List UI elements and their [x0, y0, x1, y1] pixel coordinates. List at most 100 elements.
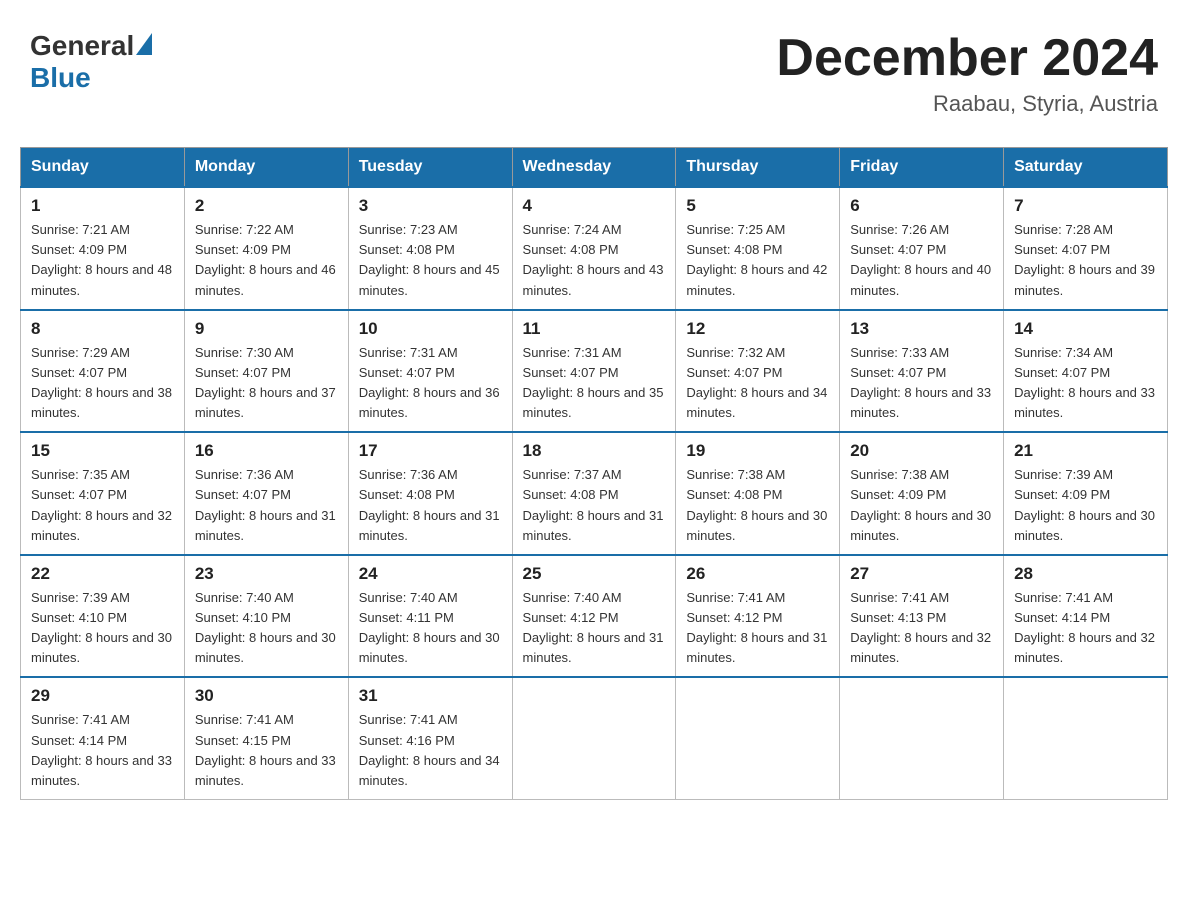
calendar-header-row: SundayMondayTuesdayWednesdayThursdayFrid…: [21, 148, 1168, 188]
day-number: 25: [523, 564, 666, 584]
calendar-cell: 2 Sunrise: 7:22 AMSunset: 4:09 PMDayligh…: [184, 187, 348, 310]
title-section: December 2024 Raabau, Styria, Austria: [776, 30, 1158, 117]
day-number: 2: [195, 196, 338, 216]
logo-general-text: General: [30, 30, 134, 62]
calendar-cell: 31 Sunrise: 7:41 AMSunset: 4:16 PMDaylig…: [348, 677, 512, 799]
calendar-cell: 22 Sunrise: 7:39 AMSunset: 4:10 PMDaylig…: [21, 555, 185, 678]
day-number: 24: [359, 564, 502, 584]
day-info: Sunrise: 7:34 AMSunset: 4:07 PMDaylight:…: [1014, 345, 1155, 420]
day-info: Sunrise: 7:30 AMSunset: 4:07 PMDaylight:…: [195, 345, 336, 420]
calendar-header-monday: Monday: [184, 148, 348, 188]
day-number: 20: [850, 441, 993, 461]
day-info: Sunrise: 7:23 AMSunset: 4:08 PMDaylight:…: [359, 222, 500, 297]
day-number: 31: [359, 686, 502, 706]
calendar-header-friday: Friday: [840, 148, 1004, 188]
calendar-cell: 16 Sunrise: 7:36 AMSunset: 4:07 PMDaylig…: [184, 432, 348, 555]
day-number: 7: [1014, 196, 1157, 216]
day-info: Sunrise: 7:40 AMSunset: 4:10 PMDaylight:…: [195, 590, 336, 665]
calendar-header-tuesday: Tuesday: [348, 148, 512, 188]
calendar-cell: 27 Sunrise: 7:41 AMSunset: 4:13 PMDaylig…: [840, 555, 1004, 678]
calendar-cell: 13 Sunrise: 7:33 AMSunset: 4:07 PMDaylig…: [840, 310, 1004, 433]
page-header: General Blue December 2024 Raabau, Styri…: [20, 20, 1168, 127]
day-info: Sunrise: 7:29 AMSunset: 4:07 PMDaylight:…: [31, 345, 172, 420]
day-info: Sunrise: 7:37 AMSunset: 4:08 PMDaylight:…: [523, 467, 664, 542]
calendar-cell: 28 Sunrise: 7:41 AMSunset: 4:14 PMDaylig…: [1004, 555, 1168, 678]
calendar-cell: 1 Sunrise: 7:21 AMSunset: 4:09 PMDayligh…: [21, 187, 185, 310]
day-info: Sunrise: 7:24 AMSunset: 4:08 PMDaylight:…: [523, 222, 664, 297]
logo-triangle-icon: [136, 33, 152, 55]
calendar-cell: 7 Sunrise: 7:28 AMSunset: 4:07 PMDayligh…: [1004, 187, 1168, 310]
calendar-week-row-4: 22 Sunrise: 7:39 AMSunset: 4:10 PMDaylig…: [21, 555, 1168, 678]
calendar-header-wednesday: Wednesday: [512, 148, 676, 188]
month-title: December 2024: [776, 30, 1158, 87]
calendar-week-row-2: 8 Sunrise: 7:29 AMSunset: 4:07 PMDayligh…: [21, 310, 1168, 433]
calendar-cell: 30 Sunrise: 7:41 AMSunset: 4:15 PMDaylig…: [184, 677, 348, 799]
calendar-cell: 19 Sunrise: 7:38 AMSunset: 4:08 PMDaylig…: [676, 432, 840, 555]
day-number: 8: [31, 319, 174, 339]
day-info: Sunrise: 7:41 AMSunset: 4:16 PMDaylight:…: [359, 712, 500, 787]
calendar-cell: 12 Sunrise: 7:32 AMSunset: 4:07 PMDaylig…: [676, 310, 840, 433]
day-number: 12: [686, 319, 829, 339]
day-number: 14: [1014, 319, 1157, 339]
calendar-cell: 10 Sunrise: 7:31 AMSunset: 4:07 PMDaylig…: [348, 310, 512, 433]
day-number: 26: [686, 564, 829, 584]
calendar-table: SundayMondayTuesdayWednesdayThursdayFrid…: [20, 147, 1168, 800]
day-info: Sunrise: 7:32 AMSunset: 4:07 PMDaylight:…: [686, 345, 827, 420]
day-info: Sunrise: 7:38 AMSunset: 4:09 PMDaylight:…: [850, 467, 991, 542]
day-number: 4: [523, 196, 666, 216]
day-number: 22: [31, 564, 174, 584]
day-number: 3: [359, 196, 502, 216]
day-info: Sunrise: 7:41 AMSunset: 4:15 PMDaylight:…: [195, 712, 336, 787]
day-info: Sunrise: 7:31 AMSunset: 4:07 PMDaylight:…: [359, 345, 500, 420]
calendar-week-row-3: 15 Sunrise: 7:35 AMSunset: 4:07 PMDaylig…: [21, 432, 1168, 555]
calendar-cell: [1004, 677, 1168, 799]
day-number: 6: [850, 196, 993, 216]
day-info: Sunrise: 7:33 AMSunset: 4:07 PMDaylight:…: [850, 345, 991, 420]
day-number: 30: [195, 686, 338, 706]
day-info: Sunrise: 7:41 AMSunset: 4:12 PMDaylight:…: [686, 590, 827, 665]
day-info: Sunrise: 7:36 AMSunset: 4:07 PMDaylight:…: [195, 467, 336, 542]
calendar-cell: 18 Sunrise: 7:37 AMSunset: 4:08 PMDaylig…: [512, 432, 676, 555]
day-info: Sunrise: 7:28 AMSunset: 4:07 PMDaylight:…: [1014, 222, 1155, 297]
calendar-cell: 4 Sunrise: 7:24 AMSunset: 4:08 PMDayligh…: [512, 187, 676, 310]
calendar-cell: 14 Sunrise: 7:34 AMSunset: 4:07 PMDaylig…: [1004, 310, 1168, 433]
day-number: 16: [195, 441, 338, 461]
day-info: Sunrise: 7:40 AMSunset: 4:12 PMDaylight:…: [523, 590, 664, 665]
day-info: Sunrise: 7:31 AMSunset: 4:07 PMDaylight:…: [523, 345, 664, 420]
day-info: Sunrise: 7:39 AMSunset: 4:09 PMDaylight:…: [1014, 467, 1155, 542]
calendar-cell: 8 Sunrise: 7:29 AMSunset: 4:07 PMDayligh…: [21, 310, 185, 433]
day-number: 28: [1014, 564, 1157, 584]
calendar-header-thursday: Thursday: [676, 148, 840, 188]
calendar-cell: [840, 677, 1004, 799]
calendar-cell: 26 Sunrise: 7:41 AMSunset: 4:12 PMDaylig…: [676, 555, 840, 678]
day-number: 5: [686, 196, 829, 216]
day-number: 11: [523, 319, 666, 339]
day-number: 15: [31, 441, 174, 461]
calendar-cell: 24 Sunrise: 7:40 AMSunset: 4:11 PMDaylig…: [348, 555, 512, 678]
calendar-cell: 17 Sunrise: 7:36 AMSunset: 4:08 PMDaylig…: [348, 432, 512, 555]
calendar-cell: 5 Sunrise: 7:25 AMSunset: 4:08 PMDayligh…: [676, 187, 840, 310]
logo: General Blue: [30, 30, 154, 94]
calendar-cell: 3 Sunrise: 7:23 AMSunset: 4:08 PMDayligh…: [348, 187, 512, 310]
day-number: 1: [31, 196, 174, 216]
day-info: Sunrise: 7:41 AMSunset: 4:13 PMDaylight:…: [850, 590, 991, 665]
calendar-cell: 21 Sunrise: 7:39 AMSunset: 4:09 PMDaylig…: [1004, 432, 1168, 555]
calendar-cell: 11 Sunrise: 7:31 AMSunset: 4:07 PMDaylig…: [512, 310, 676, 433]
day-info: Sunrise: 7:38 AMSunset: 4:08 PMDaylight:…: [686, 467, 827, 542]
calendar-cell: 25 Sunrise: 7:40 AMSunset: 4:12 PMDaylig…: [512, 555, 676, 678]
day-number: 13: [850, 319, 993, 339]
calendar-header-sunday: Sunday: [21, 148, 185, 188]
day-number: 18: [523, 441, 666, 461]
calendar-cell: [512, 677, 676, 799]
calendar-cell: 6 Sunrise: 7:26 AMSunset: 4:07 PMDayligh…: [840, 187, 1004, 310]
day-number: 9: [195, 319, 338, 339]
calendar-week-row-5: 29 Sunrise: 7:41 AMSunset: 4:14 PMDaylig…: [21, 677, 1168, 799]
calendar-cell: [676, 677, 840, 799]
day-info: Sunrise: 7:22 AMSunset: 4:09 PMDaylight:…: [195, 222, 336, 297]
calendar-cell: 9 Sunrise: 7:30 AMSunset: 4:07 PMDayligh…: [184, 310, 348, 433]
calendar-cell: 15 Sunrise: 7:35 AMSunset: 4:07 PMDaylig…: [21, 432, 185, 555]
day-info: Sunrise: 7:26 AMSunset: 4:07 PMDaylight:…: [850, 222, 991, 297]
day-info: Sunrise: 7:40 AMSunset: 4:11 PMDaylight:…: [359, 590, 500, 665]
day-info: Sunrise: 7:41 AMSunset: 4:14 PMDaylight:…: [31, 712, 172, 787]
calendar-cell: 29 Sunrise: 7:41 AMSunset: 4:14 PMDaylig…: [21, 677, 185, 799]
